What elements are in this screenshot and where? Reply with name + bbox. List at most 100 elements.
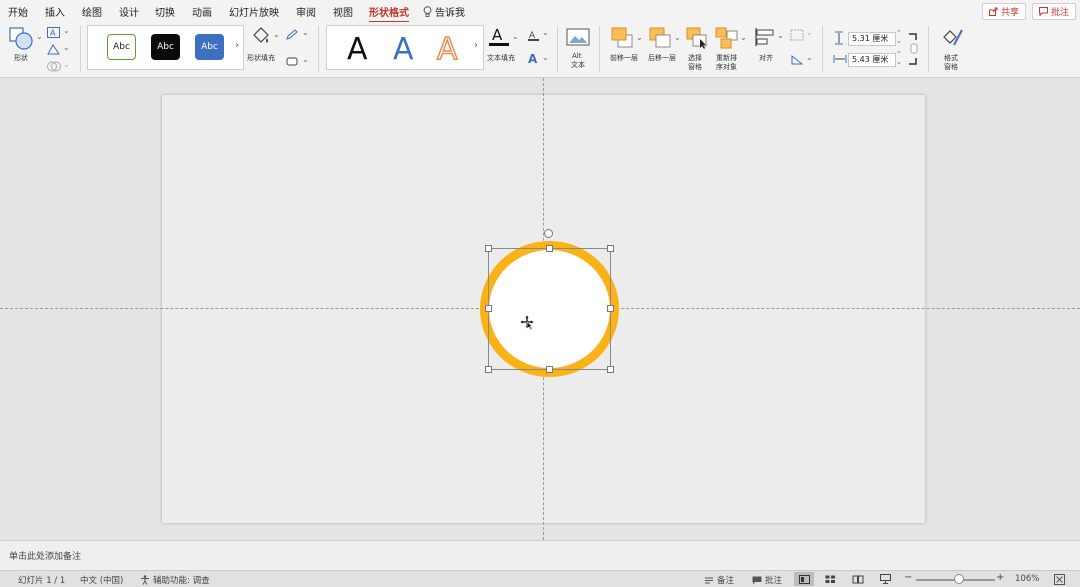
style-fill-black[interactable]: Abc <box>151 34 180 60</box>
tab-view[interactable]: 视图 <box>333 4 353 19</box>
normal-view-button[interactable] <box>794 572 814 586</box>
comments-button[interactable]: 批注 <box>1032 3 1077 20</box>
fit-to-window-icon[interactable] <box>1054 574 1065 585</box>
style-outline-green[interactable]: Abc <box>107 34 136 60</box>
wordart-next-icon[interactable]: › <box>474 40 478 51</box>
zoom-out-icon[interactable]: − <box>904 572 912 583</box>
normal-view-icon <box>798 574 810 584</box>
ribbon-divider <box>318 26 319 72</box>
chevron-down-icon[interactable]: ⌄ <box>777 31 784 40</box>
align-label: 对齐 <box>759 54 773 62</box>
tab-review[interactable]: 审阅 <box>296 4 316 19</box>
chevron-down-icon[interactable]: ⌄ <box>674 33 681 42</box>
zoom-level[interactable]: 106% <box>1015 574 1039 584</box>
comments-toggle[interactable]: 批注 <box>752 574 782 586</box>
height-stepper-icon[interactable]: ⌃ <box>896 29 902 37</box>
text-box-icon[interactable]: A <box>47 27 60 38</box>
reading-view-button[interactable] <box>848 572 868 586</box>
tab-shape-format[interactable]: 形状格式 <box>369 4 409 23</box>
shape-effects-icon[interactable] <box>286 56 299 67</box>
text-effects-icon[interactable]: A <box>527 52 540 65</box>
accessibility-icon <box>141 575 149 585</box>
resize-handle-top-right[interactable] <box>607 245 614 252</box>
zoom-in-icon[interactable]: + <box>996 572 1004 583</box>
chevron-down-icon[interactable]: ⌄ <box>302 28 309 37</box>
send-backward-icon[interactable] <box>649 27 673 49</box>
accessibility-checker[interactable]: 辅助功能: 调查 <box>140 574 210 586</box>
send-backward-label: 后移一层 <box>648 54 676 62</box>
tab-draw[interactable]: 绘图 <box>82 4 102 19</box>
language-indicator[interactable]: 中文 (中国) <box>80 574 123 586</box>
gallery-next-icon[interactable]: › <box>235 40 239 51</box>
resize-handle-top[interactable] <box>546 245 553 252</box>
status-bar: 幻灯片 1 / 1 中文 (中国) 辅助功能: 调查 备注 批注 − + 106… <box>0 570 1080 587</box>
share-button[interactable]: 共享 <box>982 3 1027 20</box>
tab-animations[interactable]: 动画 <box>192 4 212 19</box>
ribbon-divider <box>557 26 558 72</box>
ribbon-divider <box>599 26 600 72</box>
selection-pane-label-2: 窗格 <box>688 63 702 71</box>
bring-forward-icon[interactable] <box>611 27 635 49</box>
rotate-icon[interactable] <box>790 54 804 66</box>
wordart-black[interactable]: A <box>347 32 368 68</box>
shape-width-field[interactable]: 5.43 厘米 <box>848 53 896 67</box>
chevron-down-icon[interactable]: ⌄ <box>636 33 643 42</box>
slide-canvas[interactable] <box>0 78 1080 540</box>
chevron-down-icon[interactable]: ⌄ <box>740 33 747 42</box>
notes-pane[interactable]: 单击此处添加备注 <box>0 540 1080 570</box>
rotate-handle-icon[interactable] <box>544 229 553 238</box>
notes-toggle[interactable]: 备注 <box>704 574 734 586</box>
width-stepper-icon[interactable]: ⌄ <box>896 58 902 66</box>
bring-forward-label: 前移一层 <box>610 54 638 62</box>
chevron-down-icon[interactable]: ⌄ <box>542 28 549 37</box>
reading-view-icon <box>852 575 864 583</box>
resize-handle-bottom[interactable] <box>546 366 553 373</box>
chevron-down-icon[interactable]: ⌄ <box>542 53 549 62</box>
height-stepper-icon[interactable]: ⌄ <box>896 37 902 45</box>
tell-me-search[interactable]: 告诉我 <box>423 4 465 19</box>
resize-handle-right[interactable] <box>607 305 614 312</box>
shape-dropdown-icon[interactable]: ⌄ <box>36 32 43 41</box>
tab-slideshow[interactable]: 幻灯片放映 <box>229 4 279 19</box>
paint-bucket-icon[interactable] <box>251 26 271 46</box>
chevron-down-icon[interactable]: ⌄ <box>273 30 280 39</box>
chevron-down-icon[interactable]: ⌄ <box>302 55 309 64</box>
reorder-objects-icon[interactable] <box>715 27 739 49</box>
chevron-down-icon[interactable]: ⌄ <box>63 26 70 35</box>
tab-home[interactable]: 开始 <box>8 4 28 19</box>
lock-aspect-icon[interactable] <box>907 31 919 67</box>
pen-outline-icon[interactable] <box>286 29 299 40</box>
tab-design[interactable]: 设计 <box>119 4 139 19</box>
resize-handle-bottom-left[interactable] <box>485 366 492 373</box>
text-outline-icon[interactable]: A <box>527 29 540 41</box>
chevron-down-icon[interactable]: ⌄ <box>806 53 813 62</box>
ribbon-divider <box>928 26 929 72</box>
tab-insert[interactable]: 插入 <box>45 4 65 19</box>
alt-text-button[interactable] <box>566 28 590 52</box>
shape-button[interactable] <box>9 27 35 55</box>
group-objects-icon <box>790 29 804 41</box>
tab-transitions[interactable]: 切换 <box>155 4 175 19</box>
chevron-down-icon[interactable]: ⌄ <box>512 32 519 41</box>
width-stepper-icon[interactable]: ⌃ <box>896 50 902 58</box>
chevron-down-icon[interactable]: ⌄ <box>63 43 70 52</box>
text-fill-icon[interactable]: A <box>488 25 510 47</box>
resize-handle-bottom-right[interactable] <box>607 366 614 373</box>
selection-pane-icon[interactable] <box>686 27 708 49</box>
slide-count: 幻灯片 1 / 1 <box>18 576 66 586</box>
slideshow-button[interactable] <box>875 572 895 586</box>
shape-height-field[interactable]: 5.31 厘米 <box>848 32 896 46</box>
ribbon-divider <box>80 26 81 72</box>
format-pane-icon[interactable] <box>942 27 964 49</box>
zoom-slider-thumb[interactable] <box>954 574 965 584</box>
move-cursor-icon <box>519 314 535 330</box>
style-fill-blue[interactable]: Abc <box>195 34 224 60</box>
notes-icon <box>705 577 713 583</box>
align-icon[interactable] <box>754 27 776 47</box>
slide-sorter-button[interactable] <box>820 572 840 586</box>
resize-handle-top-left[interactable] <box>485 245 492 252</box>
wordart-blue[interactable]: A <box>393 32 414 68</box>
edit-shape-icon[interactable] <box>47 44 60 55</box>
wordart-orange-outline[interactable]: A <box>436 31 458 68</box>
resize-handle-left[interactable] <box>485 305 492 312</box>
